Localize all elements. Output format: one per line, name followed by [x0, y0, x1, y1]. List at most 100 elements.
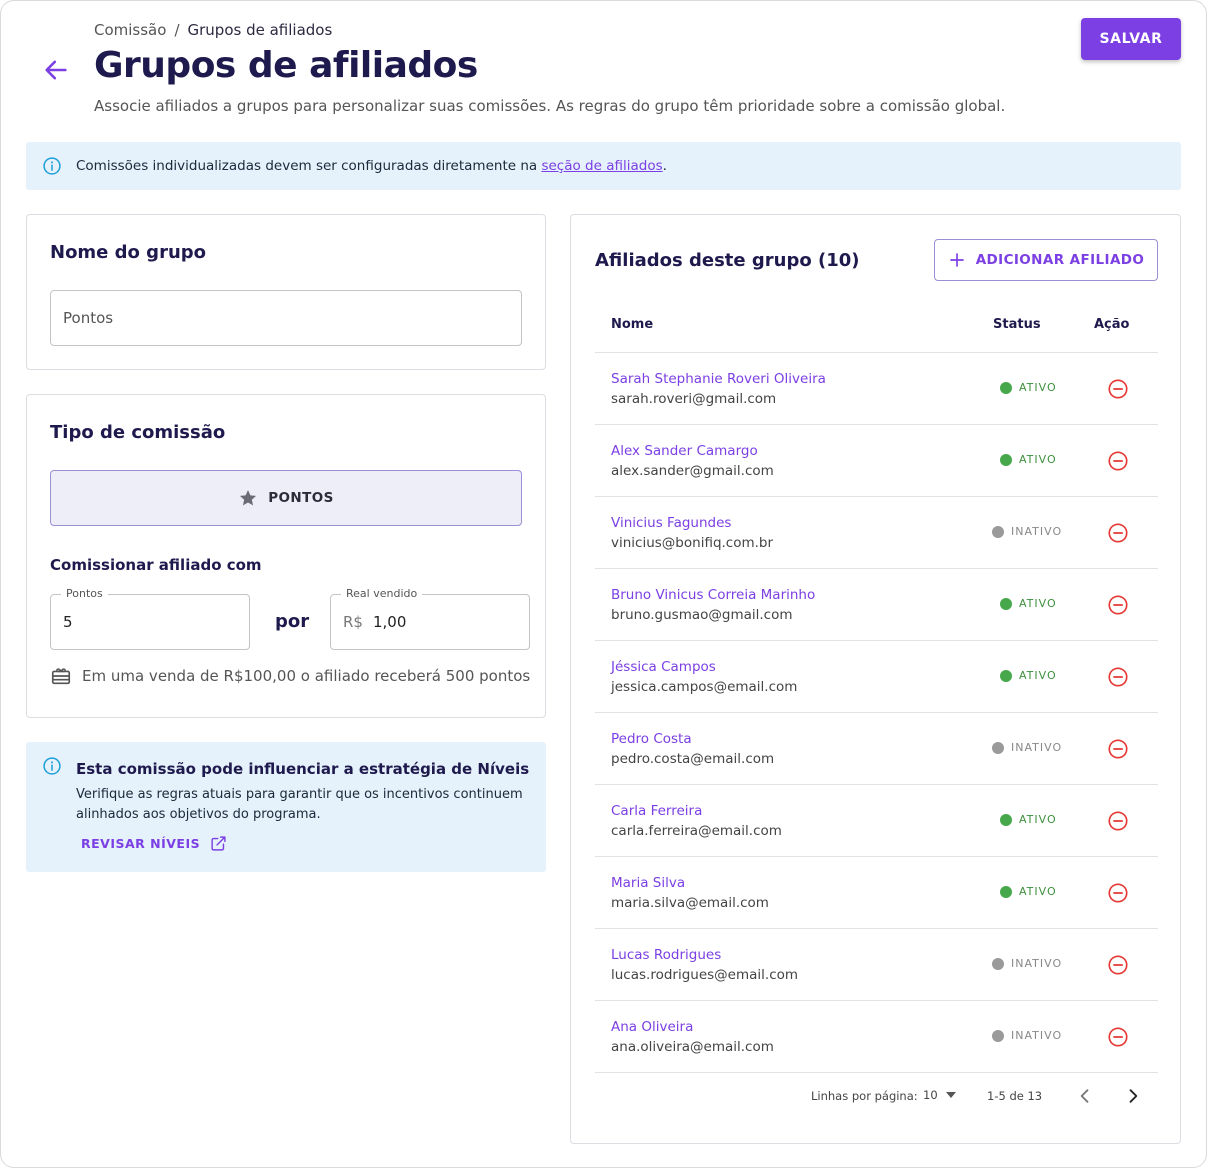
- remove-circle-icon: [1108, 811, 1128, 831]
- status-dot-icon: [992, 957, 1004, 970]
- table-row: Alex Sander Camargo alex.sander@gmail.com…: [595, 424, 1158, 496]
- points-input[interactable]: Pontos 5: [50, 587, 250, 650]
- status-label: ATIVO: [1019, 597, 1057, 610]
- remove-circle-icon: [1108, 595, 1128, 615]
- affiliate-email: vinicius@bonifiq.com.br: [611, 535, 774, 551]
- app-frame: Comissão / Grupos de afiliados Grupos de a…: [0, 0, 1207, 1168]
- status-dot-icon: [1000, 669, 1012, 682]
- pagination-range: 1-5 de 13: [987, 1089, 1043, 1103]
- remove-affiliate-button[interactable]: [1107, 882, 1129, 904]
- affiliate-name-link[interactable]: Pedro Costa: [611, 731, 692, 747]
- points-type-label: PONTOS: [268, 490, 334, 506]
- remove-affiliate-button[interactable]: [1107, 954, 1129, 976]
- external-link-icon: [211, 836, 226, 851]
- table-row: Lucas Rodrigues lucas.rodrigues@email.com…: [595, 928, 1158, 1000]
- remove-circle-icon: [1108, 739, 1128, 759]
- affiliates-section-link[interactable]: seção de afiliados: [541, 158, 662, 174]
- affiliate-email: ana.oliveira@email.com: [611, 1039, 774, 1055]
- status-label: ATIVO: [1019, 453, 1057, 466]
- info-banner-text-before: Comissões individualizadas devem ser con…: [76, 158, 542, 174]
- real-sold-input[interactable]: Real vendido R$ 1,00: [330, 587, 530, 650]
- remove-affiliate-button[interactable]: [1107, 378, 1129, 400]
- remove-affiliate-button[interactable]: [1107, 810, 1129, 832]
- status-dot-icon: [1000, 885, 1012, 898]
- remove-circle-icon: [1108, 883, 1128, 903]
- status-label: INATIVO: [1011, 957, 1063, 970]
- chevron-left-icon[interactable]: [1075, 1086, 1095, 1106]
- review-levels-link[interactable]: REVISAR NÍVEIS: [81, 835, 227, 852]
- status-badge: ATIVO: [1000, 381, 1057, 394]
- points-type-option[interactable]: PONTOS: [50, 470, 522, 526]
- levels-notice: Esta comissão pode influenciar a estraté…: [26, 742, 546, 872]
- affiliate-name-link[interactable]: Alex Sander Camargo: [611, 443, 758, 459]
- table-row: Ana Oliveira ana.oliveira@email.com INATIV…: [595, 1000, 1158, 1072]
- breadcrumb-current: Grupos de afiliados: [187, 21, 333, 39]
- status-badge: ATIVO: [1000, 597, 1057, 610]
- add-affiliate-button[interactable]: ADICIONAR AFILIADO: [934, 239, 1158, 281]
- remove-affiliate-button[interactable]: [1107, 1026, 1129, 1048]
- plus-icon: [949, 253, 964, 267]
- status-label: INATIVO: [1011, 741, 1063, 754]
- affiliate-email: bruno.gusmao@gmail.com: [611, 607, 793, 623]
- page-title: Grupos de afiliados: [94, 45, 478, 86]
- table-row: Carla Ferreira carla.ferreira@email.com AT…: [595, 784, 1158, 856]
- breadcrumb-parent[interactable]: Comissão: [94, 21, 166, 39]
- status-dot-icon: [992, 741, 1004, 754]
- affiliate-name-link[interactable]: Sarah Stephanie Roveri Oliveira: [611, 371, 826, 387]
- affiliate-name-link[interactable]: Jéssica Campos: [611, 659, 716, 675]
- remove-affiliate-button[interactable]: [1107, 738, 1129, 760]
- table-row: Bruno Vinicus Correia Marinho bruno.gusma…: [595, 568, 1158, 640]
- column-header-status: Status: [993, 317, 1041, 332]
- page-subtitle: Associe afiliados a grupos para personal…: [94, 97, 1006, 115]
- affiliate-name-link[interactable]: Bruno Vinicus Correia Marinho: [611, 587, 815, 603]
- remove-circle-icon: [1108, 379, 1128, 399]
- remove-circle-icon: [1108, 955, 1128, 975]
- status-badge: INATIVO: [992, 741, 1062, 754]
- status-badge: INATIVO: [992, 525, 1062, 538]
- gift-card-icon: [51, 668, 71, 685]
- commission-label: Comissionar afiliado com: [50, 556, 262, 574]
- affiliate-email: alex.sander@gmail.com: [611, 463, 774, 479]
- info-banner: Comissões individualizadas devem ser con…: [26, 142, 1181, 190]
- affiliates-card: Afiliados deste grupo (10) ADICIONAR AFI…: [570, 214, 1181, 1144]
- back-button[interactable]: [41, 55, 71, 85]
- status-label: ATIVO: [1019, 669, 1057, 682]
- remove-affiliate-button[interactable]: [1107, 594, 1129, 616]
- remove-affiliate-button[interactable]: [1107, 522, 1129, 544]
- info-banner-text: Comissões individualizadas devem ser con…: [76, 158, 667, 174]
- remove-affiliate-button[interactable]: [1107, 666, 1129, 688]
- info-icon: [43, 157, 61, 175]
- status-label: ATIVO: [1019, 381, 1057, 394]
- status-dot-icon: [1000, 453, 1012, 466]
- rows-per-page-label: Linhas por página:: [811, 1089, 918, 1103]
- affiliate-name-link[interactable]: Vinicius Fagundes: [611, 515, 731, 531]
- affiliate-email: carla.ferreira@email.com: [611, 823, 782, 839]
- affiliates-title: Afiliados deste grupo (10): [595, 250, 860, 271]
- affiliate-name-link[interactable]: Carla Ferreira: [611, 803, 702, 819]
- status-label: INATIVO: [1011, 525, 1063, 538]
- commission-helper: Em uma venda de R$100,00 o afiliado rece…: [50, 665, 530, 687]
- breadcrumb-separator: /: [174, 21, 180, 39]
- group-name-input[interactable]: Pontos: [50, 290, 522, 346]
- remove-circle-icon: [1108, 667, 1128, 687]
- table-row: Jéssica Campos jessica.campos@email.com AT…: [595, 640, 1158, 712]
- affiliate-name-link[interactable]: Maria Silva: [611, 875, 685, 891]
- table-row: Maria Silva maria.silva@email.com ATIVO: [595, 856, 1158, 928]
- affiliate-name-link[interactable]: Ana Oliveira: [611, 1019, 693, 1035]
- chevron-right-icon[interactable]: [1123, 1086, 1143, 1106]
- real-sold-legend: Real vendido: [341, 587, 423, 600]
- rows-per-page-select[interactable]: 10: [923, 1088, 956, 1102]
- remove-circle-icon: [1108, 523, 1128, 543]
- remove-affiliate-button[interactable]: [1107, 450, 1129, 472]
- arrow-left-icon: [45, 60, 67, 80]
- status-dot-icon: [1000, 813, 1012, 826]
- table-row: Sarah Stephanie Roveri Oliveira sarah.rov…: [595, 352, 1158, 424]
- save-button[interactable]: SALVAR: [1081, 18, 1181, 60]
- table-bottom-divider: [595, 1072, 1158, 1073]
- affiliates-table-body: Sarah Stephanie Roveri Oliveira sarah.rov…: [595, 352, 1158, 1073]
- affiliate-name-link[interactable]: Lucas Rodrigues: [611, 947, 721, 963]
- levels-notice-body: Verifique as regras atuais para garantir…: [76, 787, 523, 822]
- points-input-value: 5: [63, 613, 73, 631]
- status-dot-icon: [1000, 597, 1012, 610]
- add-affiliate-label: ADICIONAR AFILIADO: [975, 252, 1145, 268]
